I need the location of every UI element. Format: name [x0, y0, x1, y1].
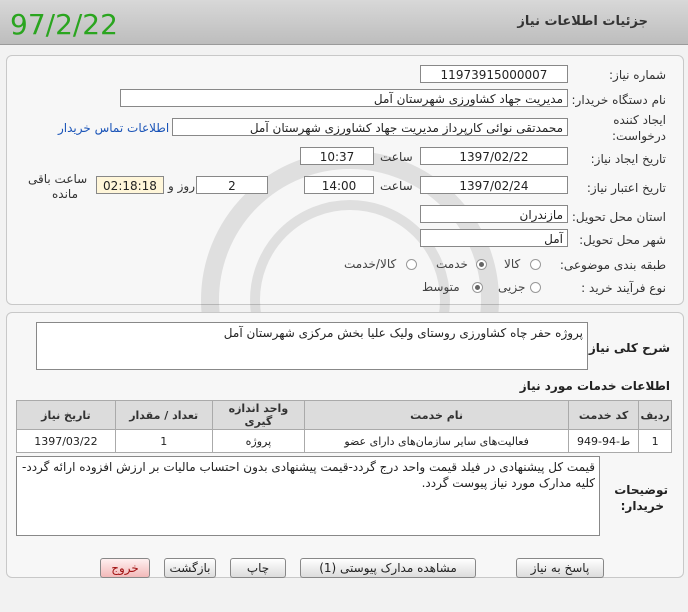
- col-row: ردیف: [638, 400, 672, 430]
- process-label: نوع فرآیند خرید :: [581, 281, 666, 295]
- print-button[interactable]: چاپ: [230, 558, 286, 578]
- process-radio-minor[interactable]: [530, 282, 541, 293]
- need-number-field: 1197391500000­7: [420, 65, 568, 83]
- remaining-time-field: 02:18:18: [96, 176, 164, 194]
- exit-button[interactable]: خروج: [100, 558, 150, 578]
- created-date-label: تاریخ ایجاد نیاز:: [590, 152, 666, 166]
- category-goods-service-label: کالا/خدمت: [344, 257, 397, 271]
- cell-quantity: 1: [114, 429, 213, 453]
- city-label: شهر محل تحویل:: [579, 233, 666, 247]
- notes-label-line2: خریدار:: [620, 499, 664, 513]
- province-label: استان محل تحویل:: [571, 210, 666, 224]
- creator-field: محمدتقی نوائی کارپرداز مدیریت جهاد کشاور…: [172, 118, 568, 136]
- process-radio-medium[interactable]: [472, 282, 483, 293]
- validity-label: تاریخ اعتبار نیاز:: [586, 181, 666, 195]
- table-row: 1 ط-94-949 فعالیت‌های سایر سازمان‌های دا…: [16, 429, 672, 453]
- contact-info-link[interactable]: اطلاعات تماس خریدار: [58, 121, 169, 135]
- creator-label-line2: درخواست:: [612, 129, 666, 143]
- created-hour-label: ساعت: [380, 150, 413, 164]
- category-radio-service[interactable]: [476, 259, 487, 270]
- category-service-label: خدمت: [436, 257, 468, 271]
- view-attachments-button[interactable]: مشاهده مدارک پیوستی (1): [300, 558, 476, 578]
- category-radio-goods[interactable]: [530, 259, 541, 270]
- services-section-title: اطلاعات خدمات مورد نیاز: [519, 379, 670, 393]
- buyer-org-field: مدیریت جهاد کشاورزی شهرستان آمل: [120, 89, 568, 107]
- reply-button[interactable]: پاسخ به نیاز: [516, 558, 604, 578]
- cell-need-date: 1397/03/22: [16, 429, 116, 453]
- province-field: مازندران: [420, 205, 568, 223]
- need-number-label: شماره نیاز:: [609, 68, 666, 82]
- days-field: 2: [196, 176, 268, 194]
- days-label: روز و: [168, 179, 195, 193]
- cell-service-name: فعالیت‌های سایر سازمان‌های دارای عضو: [304, 429, 569, 453]
- remaining-label-line1: ساعت باقی: [28, 172, 88, 186]
- validity-time-field: 14:00: [304, 176, 374, 194]
- cell-service-code: ط-94-949: [567, 429, 640, 453]
- remaining-label-line2: مانده: [52, 187, 79, 201]
- notes-label-line1: توضیحات: [614, 483, 668, 497]
- process-medium-label: متوسط: [422, 280, 460, 294]
- created-date-field: 1397/02/22: [420, 147, 568, 165]
- city-field: آمل: [420, 229, 568, 247]
- cell-row: 1: [638, 429, 672, 453]
- category-label: طبقه بندی موضوعی:: [559, 258, 666, 272]
- validity-hour-label: ساعت: [380, 179, 413, 193]
- col-need-date: تاریخ نیاز: [16, 400, 116, 430]
- description-label: شرح کلی نیاز:: [584, 341, 670, 355]
- category-radio-goods-service[interactable]: [406, 259, 417, 270]
- description-textbox: پروژه حفر چاه کشاورزی روستای ولیک علیا ب…: [36, 322, 588, 370]
- validity-date-field: 1397/02/24: [420, 176, 568, 194]
- cell-unit: پروژه: [211, 429, 306, 453]
- back-button[interactable]: بازگشت: [164, 558, 216, 578]
- col-quantity: تعداد / مقدار: [114, 400, 213, 430]
- creator-label-line1: ایجاد کننده: [613, 113, 666, 127]
- page-title: جزئیات اطلاعات نیاز: [517, 14, 648, 29]
- notes-textbox: قیمت کل پیشنهادی در فیلد قیمت واحد درج گ…: [16, 456, 600, 536]
- col-service-name: نام خدمت: [304, 400, 569, 430]
- buyer-org-label: نام دستگاه خریدار:: [571, 93, 667, 107]
- category-goods-label: کالا: [504, 257, 521, 271]
- created-time-field: 10:37: [300, 147, 374, 165]
- watermark-date: 97/2/22: [10, 8, 118, 41]
- services-table: ردیف کد خدمت نام خدمت واحد اندازه گیری ت…: [16, 400, 672, 453]
- process-minor-label: جزیی: [498, 280, 526, 294]
- col-service-code: کد خدمت: [567, 400, 640, 430]
- col-unit: واحد اندازه گیری: [211, 400, 306, 430]
